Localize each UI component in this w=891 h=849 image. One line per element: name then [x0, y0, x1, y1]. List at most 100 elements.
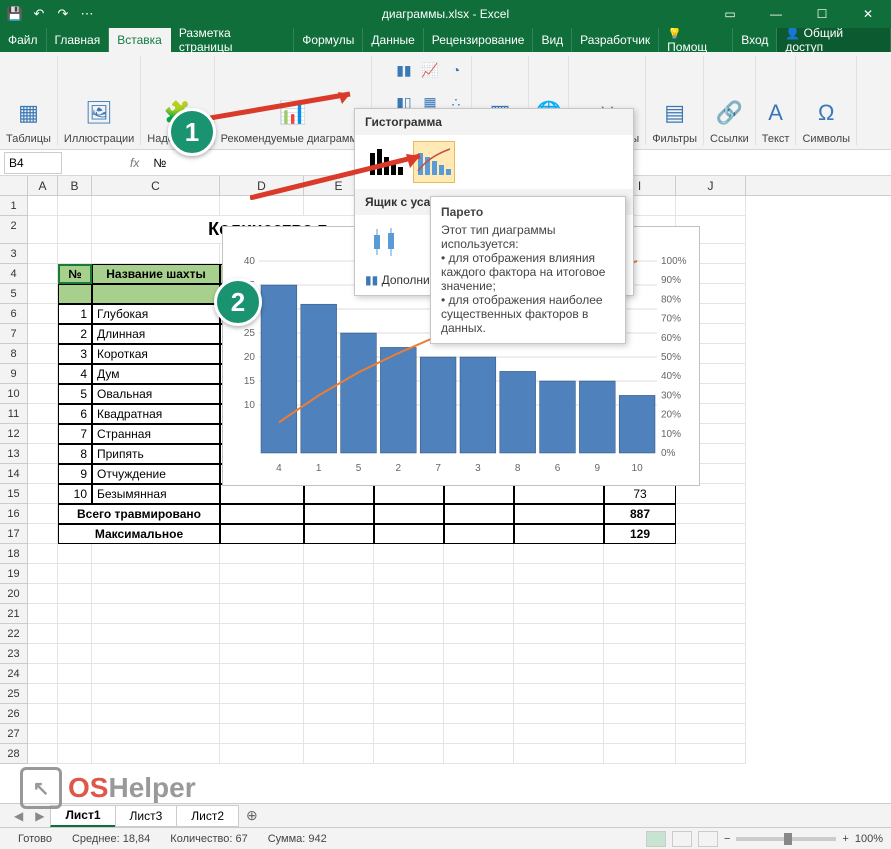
svg-text:6: 6	[555, 463, 561, 474]
svg-text:50%: 50%	[661, 352, 681, 363]
svg-text:10: 10	[632, 463, 644, 474]
zoom-out-icon[interactable]: −	[724, 833, 730, 845]
tooltip-title: Парето	[441, 205, 615, 219]
tab-developer[interactable]: Разработчик	[572, 28, 659, 52]
svg-text:40: 40	[244, 256, 256, 267]
svg-text:25: 25	[244, 328, 256, 339]
name-box[interactable]: B4	[4, 152, 62, 174]
svg-text:70%: 70%	[661, 314, 681, 325]
tab-data[interactable]: Данные	[363, 28, 423, 52]
row-header[interactable]: 1	[0, 196, 28, 216]
save-icon[interactable]: 💾	[6, 5, 24, 23]
status-count: Количество: 67	[160, 833, 257, 845]
dropdown-section-label: Гистограмма	[355, 109, 633, 135]
row-header[interactable]: 4	[0, 264, 28, 284]
svg-text:1: 1	[316, 463, 322, 474]
maximize-icon[interactable]: ☐	[799, 0, 845, 28]
chart-tooltip: Парето Этот тип диаграммы используется: …	[430, 196, 626, 344]
undo-icon[interactable]: ↶	[30, 5, 48, 23]
sign-in[interactable]: Вход	[733, 28, 777, 52]
col-header[interactable]: A	[28, 176, 58, 195]
svg-text:10%: 10%	[661, 429, 681, 440]
tooltip-body: • для отображения влияния каждого фактор…	[441, 251, 615, 293]
minimize-icon[interactable]: —	[753, 0, 799, 28]
table-total-row: 16Всего травмировано887	[0, 504, 891, 524]
tab-view[interactable]: Вид	[533, 28, 572, 52]
ribbon-group-symbols[interactable]: ΩСимволы	[796, 56, 857, 145]
svg-text:20: 20	[244, 352, 256, 363]
tab-insert[interactable]: Вставка	[109, 28, 171, 52]
tab-page-layout[interactable]: Разметка страницы	[171, 28, 294, 52]
redo-icon[interactable]: ↷	[54, 5, 72, 23]
tab-file[interactable]: Файл	[0, 28, 47, 52]
col-header[interactable]: C	[92, 176, 220, 195]
column-chart-icon[interactable]: ▮▮	[391, 58, 417, 82]
ribbon-group-illustrations[interactable]: 🖼Иллюстрации	[58, 56, 141, 145]
zoom-level[interactable]: 100%	[855, 833, 883, 845]
line-chart-icon[interactable]: 📈	[417, 58, 443, 82]
col-header[interactable]: J	[676, 176, 746, 195]
row-header[interactable]: 3	[0, 244, 28, 264]
slicer-icon: ▤	[664, 93, 685, 133]
histogram-option[interactable]	[365, 141, 407, 183]
select-all-corner[interactable]	[0, 176, 28, 195]
table-header[interactable]: №	[58, 264, 92, 284]
tooltip-body: Этот тип диаграммы используется:	[441, 223, 615, 251]
zoom-slider[interactable]	[736, 837, 836, 841]
table-max-row: 17Максимальное129	[0, 524, 891, 544]
ribbon-group-tables[interactable]: ▦Таблицы	[0, 56, 58, 145]
svg-text:100%: 100%	[661, 256, 687, 267]
svg-text:20%: 20%	[661, 410, 681, 421]
view-normal-icon[interactable]	[646, 831, 666, 847]
picture-icon: 🖼	[85, 93, 113, 133]
svg-text:4: 4	[276, 463, 282, 474]
view-pagebreak-icon[interactable]	[698, 831, 718, 847]
sheet-nav-prev-icon[interactable]: ◀	[8, 809, 29, 823]
boxplot-option[interactable]	[365, 221, 407, 263]
status-average: Среднее: 18,84	[62, 833, 160, 845]
svg-text:0%: 0%	[661, 448, 676, 459]
tell-me[interactable]: 💡 Помощ	[659, 28, 733, 52]
pareto-option[interactable]	[413, 141, 455, 183]
share-button[interactable]: 👤 Общий доступ	[777, 28, 891, 52]
zoom-in-icon[interactable]: +	[842, 833, 848, 845]
tab-review[interactable]: Рецензирование	[424, 28, 534, 52]
ribbon-group-text[interactable]: AТекст	[756, 56, 797, 145]
qat-more-icon[interactable]: ⋯	[78, 5, 96, 23]
svg-text:5: 5	[356, 463, 362, 474]
status-bar: Готово Среднее: 18,84 Количество: 67 Сум…	[0, 827, 891, 849]
watermark-icon: ↖	[20, 767, 62, 809]
svg-text:8: 8	[515, 463, 521, 474]
table-row: 1510Безымянная73	[0, 484, 891, 504]
status-ready: Готово	[8, 833, 62, 845]
ribbon-group-filters[interactable]: ▤Фильтры	[646, 56, 704, 145]
svg-text:15: 15	[244, 376, 256, 387]
row-header[interactable]: 2	[0, 216, 28, 244]
ribbon-group-links[interactable]: 🔗Ссылки	[704, 56, 756, 145]
view-pagelayout-icon[interactable]	[672, 831, 692, 847]
watermark: ↖ OSHelper	[20, 767, 196, 809]
table-header[interactable]: Название шахты	[92, 264, 220, 284]
sheet-nav-next-icon[interactable]: ▶	[29, 809, 50, 823]
svg-text:2: 2	[396, 463, 402, 474]
tab-formulas[interactable]: Формулы	[294, 28, 363, 52]
table-icon: ▦	[18, 93, 39, 133]
symbol-icon: Ω	[818, 93, 834, 133]
window-controls: ▭ — ☐ ✕	[707, 0, 891, 28]
recommended-charts-button[interactable]: 📊Рекомендуемые диаграммы	[215, 56, 372, 145]
svg-text:40%: 40%	[661, 371, 681, 382]
quick-access-toolbar: 💾 ↶ ↷ ⋯	[0, 5, 102, 23]
pie-chart-icon[interactable]: ◔	[443, 58, 469, 82]
tab-home[interactable]: Главная	[47, 28, 110, 52]
svg-text:7: 7	[435, 463, 441, 474]
close-icon[interactable]: ✕	[845, 0, 891, 28]
window-title: диаграммы.xlsx - Excel	[382, 7, 509, 21]
fx-icon[interactable]: fx	[122, 156, 147, 170]
tooltip-body: • для отображения наиболее существенных …	[441, 293, 615, 335]
col-header[interactable]: B	[58, 176, 92, 195]
col-header[interactable]: D	[220, 176, 304, 195]
row-header[interactable]: 5	[0, 284, 28, 304]
new-sheet-button[interactable]: ⊕	[238, 807, 266, 824]
svg-text:3: 3	[475, 463, 481, 474]
ribbon-options-icon[interactable]: ▭	[707, 0, 753, 28]
